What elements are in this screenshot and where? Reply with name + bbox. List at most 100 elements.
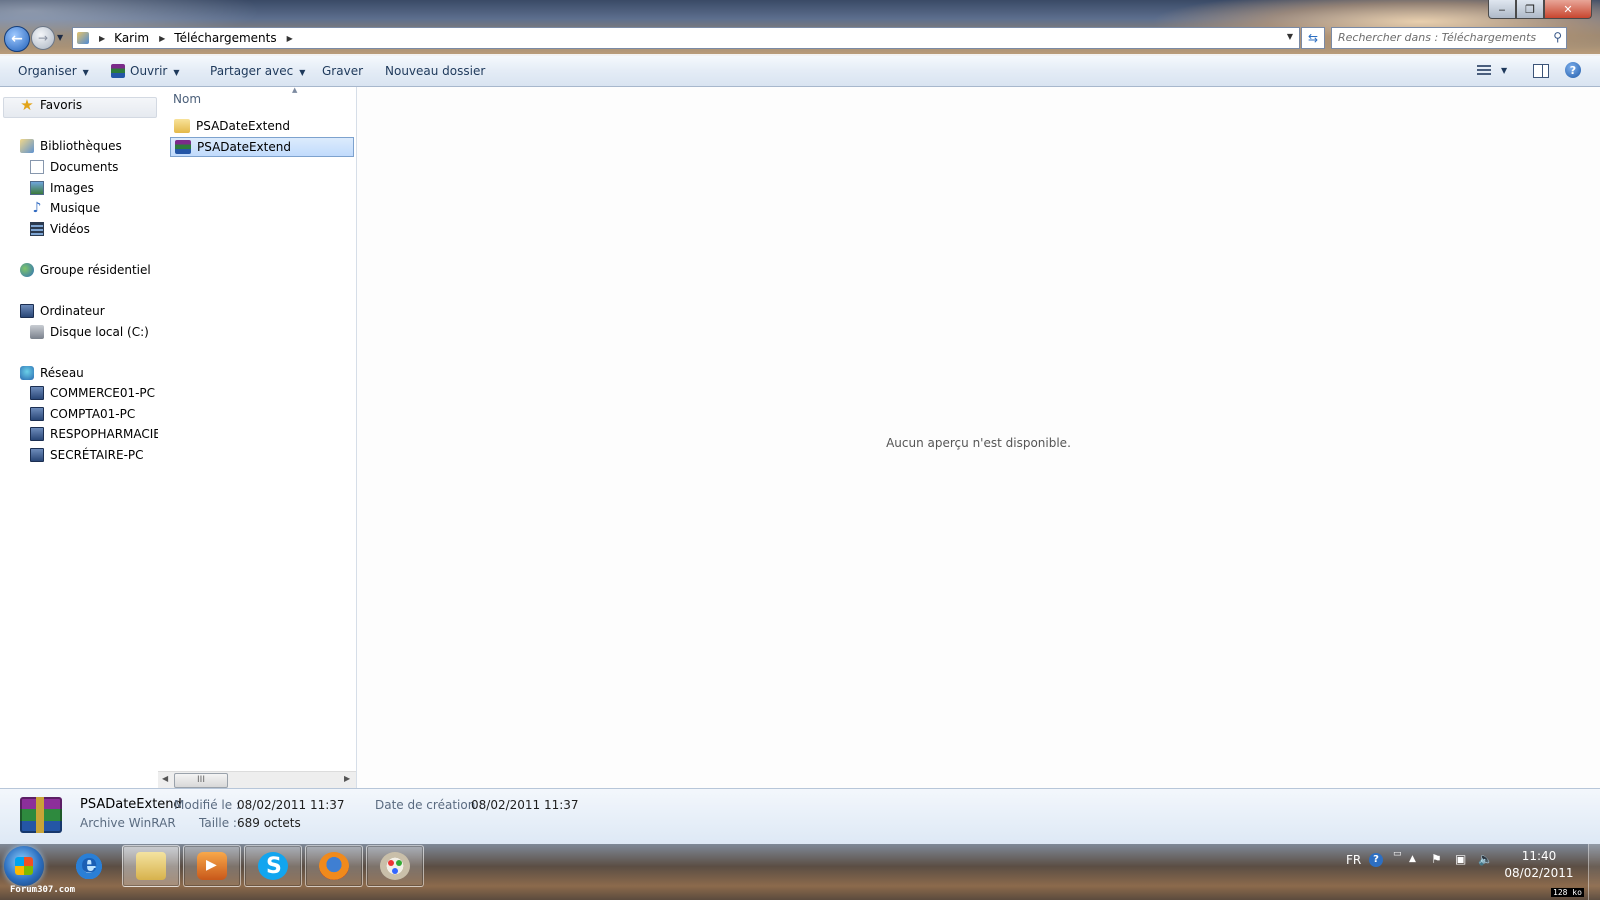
preview-pane: Aucun aperçu n'est disponible.: [357, 87, 1600, 788]
address-bar[interactable]: ▶ Karim ▶ Téléchargements ▶ ▼: [72, 27, 1300, 49]
nav-documents[interactable]: Documents: [30, 160, 118, 174]
nav-homegroup[interactable]: Groupe résidentiel: [20, 263, 151, 277]
winrar-archive-icon: [20, 797, 62, 833]
nav-libraries[interactable]: Bibliothèques: [20, 139, 122, 153]
picture-icon: [30, 181, 44, 195]
share-label: Partager avec: [210, 64, 294, 78]
nav-network-pc-label: COMMERCE01-PC: [50, 386, 156, 400]
chevron-down-icon: ▼: [173, 68, 180, 77]
nav-network-pc[interactable]: RESPOPHARMACIE: [30, 427, 161, 441]
chevron-down-icon: ▼: [299, 68, 306, 77]
taskbar-media-player[interactable]: [183, 845, 241, 887]
clock[interactable]: 11:40 08/02/2011: [1504, 848, 1574, 882]
libraries-icon: [20, 139, 34, 153]
help-icon[interactable]: ?: [1369, 853, 1383, 867]
nav-network[interactable]: Réseau: [20, 366, 84, 380]
refresh-button[interactable]: ⇆: [1301, 27, 1325, 49]
burn-button[interactable]: Graver: [322, 64, 363, 78]
windows-logo-icon: [15, 857, 33, 875]
view-details-icon[interactable]: [1477, 65, 1491, 76]
show-hidden-icons-icon[interactable]: ▲: [1409, 854, 1416, 864]
media-player-icon: [197, 852, 227, 880]
minimize-button[interactable]: ‒: [1488, 0, 1516, 19]
preview-pane-icon[interactable]: [1533, 64, 1549, 78]
homegroup-icon: [20, 263, 34, 277]
breadcrumb-chevron-icon[interactable]: ▶: [159, 34, 165, 43]
input-options-icon[interactable]: ▭: [1393, 849, 1402, 859]
nav-music[interactable]: ♪ Musique: [30, 201, 101, 215]
horizontal-scrollbar[interactable]: ◀ III ▶: [158, 771, 356, 788]
taskbar-firefox[interactable]: [305, 845, 363, 887]
action-center-flag-icon[interactable]: ⚑: [1431, 852, 1442, 866]
firefox-icon: [319, 852, 349, 880]
share-button[interactable]: Partager avec ▼: [210, 64, 305, 78]
nav-local-disk[interactable]: Disque local (C:): [30, 325, 149, 339]
winrar-archive-icon: [175, 140, 191, 154]
file-row[interactable]: PSADateExtend: [170, 116, 354, 136]
breadcrumb-karim[interactable]: Karim: [114, 31, 149, 45]
details-created-label: Date de création :: [375, 798, 484, 812]
breadcrumb-downloads[interactable]: Téléchargements: [174, 31, 276, 45]
taskbar-windows-explorer[interactable]: [122, 845, 180, 887]
file-name: PSADateExtend: [197, 140, 291, 154]
scroll-left-icon[interactable]: ◀: [162, 774, 168, 783]
language-indicator[interactable]: FR: [1346, 853, 1361, 867]
clock-date: 08/02/2011: [1504, 866, 1574, 880]
breadcrumb-chevron-icon[interactable]: ▶: [287, 34, 293, 43]
nav-network-pc[interactable]: COMMERCE01-PC: [30, 386, 155, 400]
skype-icon: [258, 852, 288, 880]
nav-network-pc[interactable]: SECRÉTAIRE-PC: [30, 448, 144, 462]
sort-ascending-icon: ▲: [292, 86, 298, 94]
new-folder-button[interactable]: Nouveau dossier: [385, 64, 485, 78]
maximize-button[interactable]: ❐: [1516, 0, 1544, 19]
taskbar-internet-explorer[interactable]: [61, 845, 117, 885]
clock-time: 11:40: [1521, 849, 1557, 863]
close-button[interactable]: ✕: [1544, 0, 1592, 19]
show-desktop-button[interactable]: [1588, 844, 1600, 900]
taskbar-skype[interactable]: [244, 845, 302, 887]
nav-images-label: Images: [50, 181, 94, 195]
computer-icon: [30, 386, 44, 400]
open-button[interactable]: Ouvrir ▼: [111, 64, 180, 78]
view-options-chevron-icon[interactable]: ▼: [1501, 66, 1507, 75]
help-icon[interactable]: ?: [1565, 62, 1581, 78]
nav-favorites[interactable]: ★ Favoris: [20, 98, 82, 113]
command-bar: Organiser ▼ Ouvrir ▼ Partager avec ▼ Graver…: [0, 56, 1600, 87]
nav-images[interactable]: Images: [30, 181, 94, 195]
start-button[interactable]: [4, 846, 44, 886]
chevron-down-icon: ▼: [82, 68, 89, 77]
nav-network-pc-label: RESPOPHARMACIE: [50, 427, 161, 441]
taskbar: Forum307.com FR ? ▭ ▲ ⚑ ▣ 🔈 11:40 08/02/…: [0, 844, 1600, 900]
nav-videos[interactable]: Vidéos: [30, 222, 90, 236]
nav-libraries-label: Bibliothèques: [40, 139, 122, 153]
network-icon: [20, 366, 34, 380]
scroll-right-icon[interactable]: ▶: [344, 774, 350, 783]
search-box[interactable]: ⚲: [1331, 27, 1567, 49]
network-status-icon[interactable]: ▣: [1455, 852, 1466, 866]
folder-icon: [136, 852, 166, 880]
details-created-value: 08/02/2011 11:37: [471, 798, 579, 812]
search-input[interactable]: [1332, 28, 1543, 46]
search-icon[interactable]: ⚲: [1553, 30, 1562, 44]
nav-computer[interactable]: Ordinateur: [20, 304, 105, 318]
volume-icon[interactable]: 🔈: [1478, 852, 1493, 866]
winrar-icon: [111, 64, 125, 78]
recent-pages-button[interactable]: ▼: [57, 33, 63, 42]
nav-computer-label: Ordinateur: [40, 304, 105, 318]
computer-icon: [20, 304, 34, 318]
scroll-thumb[interactable]: III: [174, 773, 228, 788]
breadcrumb-chevron-icon[interactable]: ▶: [99, 34, 105, 43]
nav-network-label: Réseau: [40, 366, 84, 380]
nav-music-label: Musique: [50, 201, 101, 215]
file-row-selected[interactable]: PSADateExtend: [170, 137, 354, 157]
paint-icon: [380, 852, 410, 880]
forward-button[interactable]: →: [31, 26, 55, 50]
taskbar-paint[interactable]: [366, 845, 424, 887]
column-header-name[interactable]: Nom: [173, 92, 201, 106]
organise-button[interactable]: Organiser ▼: [18, 64, 89, 78]
address-dropdown-icon[interactable]: ▼: [1287, 32, 1293, 41]
open-label: Ouvrir: [130, 64, 168, 78]
nav-network-pc[interactable]: COMPTA01-PC: [30, 407, 135, 421]
window-controls: ‒ ❐ ✕: [1488, 0, 1592, 19]
back-button[interactable]: ←: [4, 26, 30, 52]
